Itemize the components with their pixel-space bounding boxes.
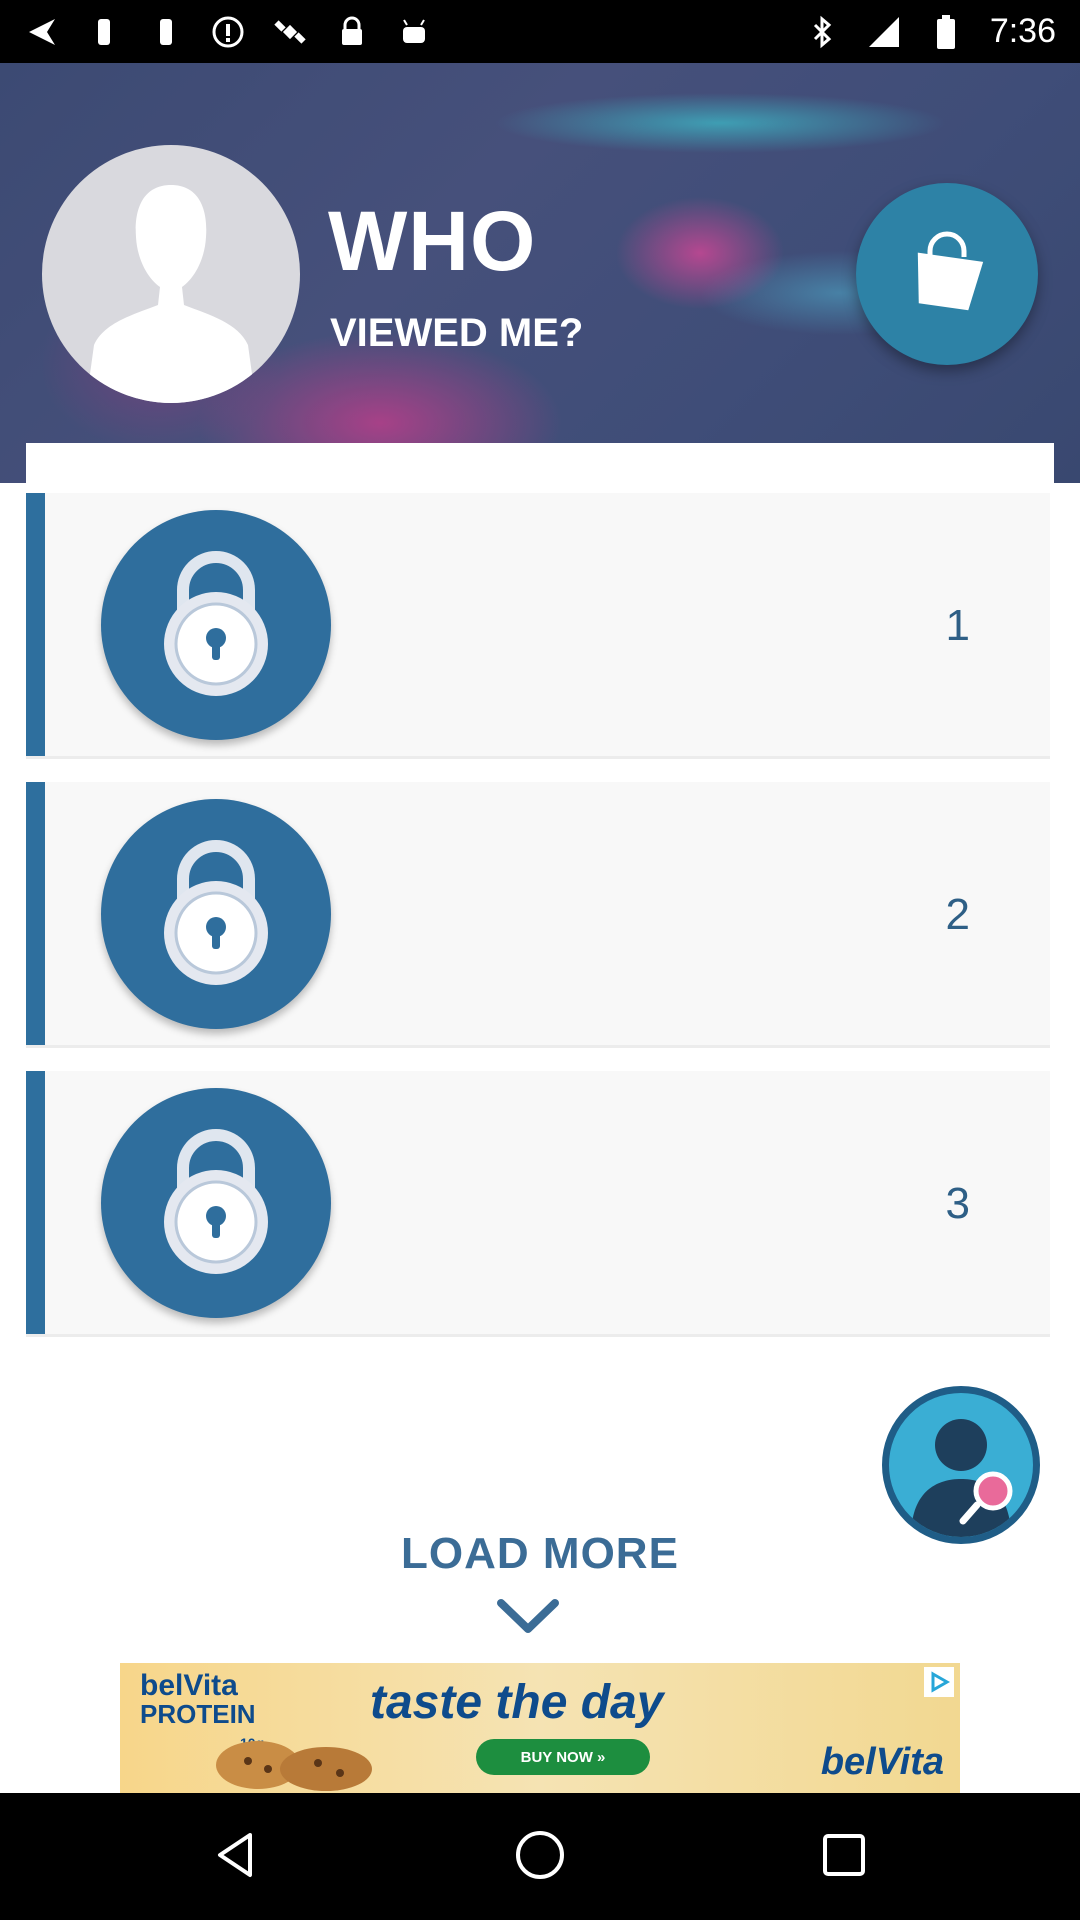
- row-accent: [26, 493, 45, 756]
- person-search-button[interactable]: [882, 1386, 1040, 1544]
- notification-icon: [148, 14, 184, 50]
- battery-icon: [928, 14, 964, 50]
- screen: 7:36 WHO VIEWED ME? 1 2 3 LOAD MORE belV…: [0, 0, 1080, 1920]
- visitor-list: 1 2 3: [26, 443, 1054, 1505]
- ad-brand-footer: belVita: [820, 1741, 944, 1783]
- clock: 7:36: [989, 12, 1056, 50]
- default-profile-silhouette-icon: [42, 145, 300, 403]
- lock-icon: [101, 1088, 331, 1318]
- signal-icon: [866, 14, 902, 50]
- load-more-label: LOAD MORE: [401, 1529, 679, 1578]
- shop-button[interactable]: [856, 183, 1038, 365]
- home-button[interactable]: [510, 1827, 570, 1887]
- satellite-icon: [272, 14, 308, 50]
- page-subtitle: VIEWED ME?: [330, 311, 584, 355]
- home-icon: [512, 1827, 568, 1888]
- ad-banner[interactable]: belVita PROTEIN 10g taste the day BUY NO…: [120, 1663, 960, 1793]
- navigation-icon: [24, 14, 60, 50]
- notification-icon: [86, 14, 122, 50]
- status-bar: 7:36: [0, 0, 1080, 63]
- recents-button[interactable]: [814, 1827, 874, 1887]
- page-title: WHO: [328, 194, 537, 288]
- visitor-rank: 3: [945, 1179, 970, 1228]
- list-item[interactable]: 1: [26, 493, 1050, 759]
- list-item[interactable]: 2: [26, 782, 1050, 1048]
- lock-icon: [101, 510, 331, 740]
- chevron-down-icon: [495, 1597, 561, 1642]
- row-accent: [26, 1071, 45, 1334]
- info-icon: [210, 14, 246, 50]
- lock-icon: [101, 799, 331, 1029]
- ad-brand: belVita: [140, 1669, 238, 1702]
- row-accent: [26, 782, 45, 1045]
- ad-buy-now-button[interactable]: BUY NOW »: [476, 1739, 650, 1775]
- recents-icon: [819, 1830, 869, 1885]
- bluetooth-icon: [804, 14, 840, 50]
- visitor-rank: 2: [945, 890, 970, 939]
- lock-icon: [334, 14, 370, 50]
- shopping-bag-icon: [902, 227, 992, 322]
- android-icon: [396, 14, 432, 50]
- ad-tagline: taste the day: [370, 1676, 664, 1729]
- cookie-image: [216, 1741, 372, 1791]
- back-icon: [210, 1829, 262, 1886]
- ad-choices-icon[interactable]: [924, 1667, 954, 1697]
- header-banner: WHO VIEWED ME?: [0, 63, 1080, 483]
- list-item[interactable]: 3: [26, 1071, 1050, 1337]
- system-nav-bar: [0, 1793, 1080, 1920]
- back-button[interactable]: [206, 1827, 266, 1887]
- visitor-rank: 1: [945, 601, 970, 650]
